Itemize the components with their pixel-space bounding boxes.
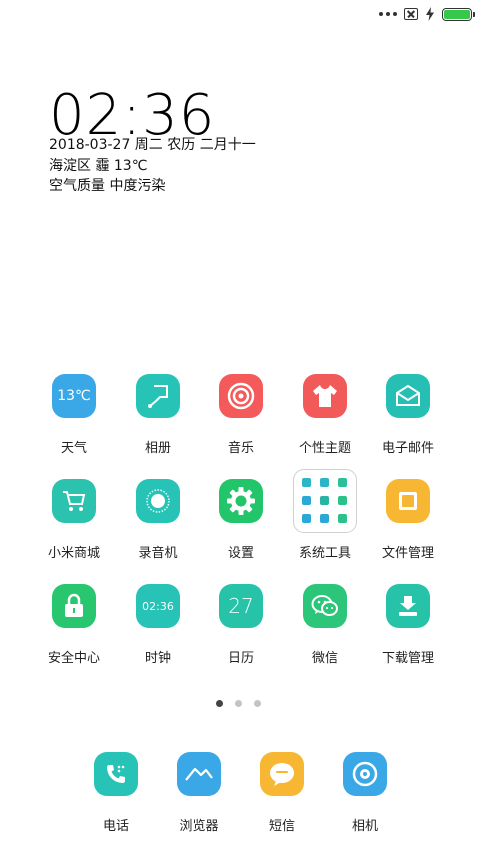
more-notifications-icon bbox=[379, 12, 397, 16]
download-icon bbox=[386, 584, 430, 628]
folder-system-tools[interactable]: 系统工具 bbox=[283, 469, 367, 561]
app-label: 电话 bbox=[102, 819, 129, 834]
app-label: 小米商城 bbox=[47, 546, 100, 561]
app-label: 录音机 bbox=[138, 546, 178, 561]
gear-icon bbox=[219, 479, 263, 523]
app-label: 电子邮件 bbox=[381, 441, 434, 456]
app-settings[interactable]: 设置 bbox=[199, 479, 283, 561]
dock-camera[interactable]: 相机 bbox=[323, 752, 407, 834]
air-quality-text: 空气质量 中度污染 bbox=[49, 178, 166, 194]
date-text: 2018-03-27 周二 农历 二月十一 bbox=[49, 137, 256, 153]
clock-icon: 02:36 bbox=[136, 584, 180, 628]
browser-icon bbox=[177, 752, 221, 796]
page-dot[interactable] bbox=[235, 700, 242, 707]
app-downloads[interactable]: 下载管理 bbox=[366, 584, 450, 666]
page-dot[interactable] bbox=[216, 700, 223, 707]
phone-icon bbox=[94, 752, 138, 796]
dock-phone[interactable]: 电话 bbox=[74, 752, 158, 834]
app-wechat[interactable]: 微信 bbox=[283, 584, 367, 666]
app-email[interactable]: 电子邮件 bbox=[366, 374, 450, 456]
wechat-icon bbox=[303, 584, 347, 628]
app-label: 相册 bbox=[144, 441, 171, 456]
app-label: 浏览器 bbox=[179, 819, 219, 834]
app-label: 天气 bbox=[60, 441, 87, 456]
app-label: 音乐 bbox=[227, 441, 254, 456]
theme-icon bbox=[303, 374, 347, 418]
app-label: 设置 bbox=[227, 546, 254, 561]
app-file-manager[interactable]: 文件管理 bbox=[366, 479, 450, 561]
battery-icon bbox=[442, 7, 475, 21]
app-label: 时钟 bbox=[144, 651, 171, 666]
weather-text: 海淀区 霾 13℃ bbox=[49, 158, 148, 174]
no-sim-icon bbox=[404, 8, 418, 20]
app-label: 短信 bbox=[268, 819, 295, 834]
cart-icon bbox=[52, 479, 96, 523]
app-label: 微信 bbox=[311, 651, 338, 666]
camera-icon bbox=[343, 752, 387, 796]
app-label: 相机 bbox=[351, 819, 378, 834]
app-music[interactable]: 音乐 bbox=[199, 374, 283, 456]
calendar-icon: 27 bbox=[219, 584, 263, 628]
app-label: 日历 bbox=[227, 651, 254, 666]
app-gallery[interactable]: 相册 bbox=[116, 374, 200, 456]
app-label: 文件管理 bbox=[381, 546, 434, 561]
folder-icon bbox=[293, 469, 357, 533]
weather-icon: 13℃ bbox=[52, 374, 96, 418]
app-label: 系统工具 bbox=[298, 546, 351, 561]
status-bar bbox=[379, 6, 475, 22]
app-label: 安全中心 bbox=[47, 651, 100, 666]
gallery-icon bbox=[136, 374, 180, 418]
page-dot[interactable] bbox=[254, 700, 261, 707]
app-recorder[interactable]: 录音机 bbox=[116, 479, 200, 561]
music-icon bbox=[219, 374, 263, 418]
app-label: 下载管理 bbox=[381, 651, 434, 666]
app-clock[interactable]: 02:36 时钟 bbox=[116, 584, 200, 666]
charging-icon bbox=[426, 7, 434, 21]
message-icon bbox=[260, 752, 304, 796]
dock-messages[interactable]: 短信 bbox=[240, 752, 324, 834]
mail-icon bbox=[386, 374, 430, 418]
app-weather[interactable]: 13℃ 天气 bbox=[32, 374, 116, 456]
file-icon bbox=[386, 479, 430, 523]
app-mi-store[interactable]: 小米商城 bbox=[32, 479, 116, 561]
dock-browser[interactable]: 浏览器 bbox=[157, 752, 241, 834]
page-indicator[interactable] bbox=[216, 700, 261, 707]
app-security[interactable]: 安全中心 bbox=[32, 584, 116, 666]
app-calendar[interactable]: 27 日历 bbox=[199, 584, 283, 666]
recorder-icon bbox=[136, 479, 180, 523]
app-themes[interactable]: 个性主题 bbox=[283, 374, 367, 456]
app-label: 个性主题 bbox=[298, 441, 351, 456]
lock-icon bbox=[52, 584, 96, 628]
